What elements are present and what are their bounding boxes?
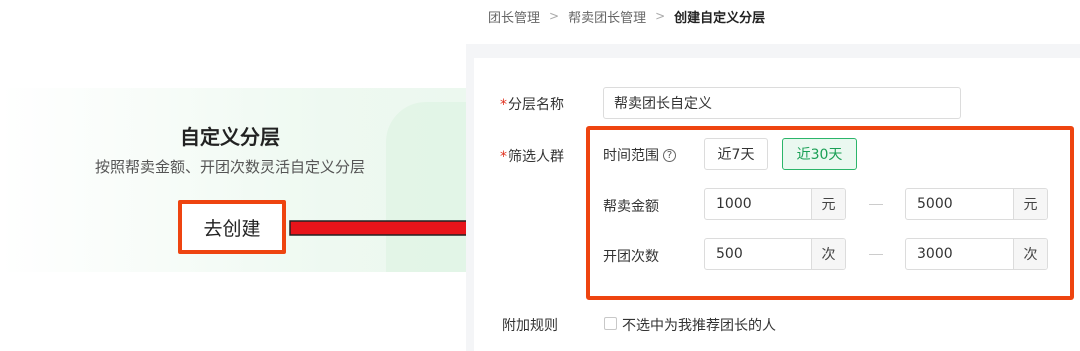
sales-amount-max-unit: 元 [1013,189,1047,219]
breadcrumb-separator: > [655,9,666,23]
sales-amount-min-input[interactable]: 1000 元 [704,188,846,220]
exclude-recommended-checkbox[interactable] [604,317,617,330]
screenshot-stage: 团长管理 > 帮卖团长管理 > 创建自定义分层 自定义分层 按照帮卖金额、开团次… [0,0,1080,351]
breadcrumb-item-helper-leader[interactable]: 帮卖团长管理 [568,7,646,26]
group-count-min-value[interactable]: 500 [705,239,811,269]
group-count-max-input[interactable]: 3000 次 [905,238,1048,270]
option-last-7-days[interactable]: 近7天 [704,138,768,170]
layer-name-label: *分层名称 [500,94,564,114]
go-create-button[interactable]: 去创建 [178,200,286,254]
group-count-label: 开团次数 [603,249,659,265]
question-circle-icon[interactable]: ? [663,148,676,162]
sales-amount-max-value[interactable]: 5000 [906,189,1013,219]
extra-rule-label: 附加规则 [502,318,558,334]
breadcrumb-item-group-leader[interactable]: 团长管理 [488,7,540,26]
required-mark: * [500,97,507,113]
option-last-30-days[interactable]: 近30天 [782,138,857,170]
promo-subtitle: 按照帮卖金额、开团次数灵活自定义分层 [94,158,365,176]
layer-name-label-text: 分层名称 [508,97,564,113]
group-count-min-unit: 次 [811,239,845,269]
breadcrumb: 团长管理 > 帮卖团长管理 > 创建自定义分层 [488,6,765,26]
sales-amount-label: 帮卖金额 [603,199,659,215]
time-range-label: 时间范围 ? [603,145,676,165]
range-dash [869,204,883,205]
filter-group-label-text: 筛选人群 [508,149,564,165]
time-range-label-text: 时间范围 [603,148,659,164]
breadcrumb-current: 创建自定义分层 [674,10,766,26]
layer-name-input[interactable]: 帮卖团长自定义 [603,87,961,119]
sales-amount-min-value[interactable]: 1000 [705,189,811,219]
sales-amount-min-unit: 元 [811,189,845,219]
filter-group-label: *筛选人群 [500,146,564,166]
group-count-min-input[interactable]: 500 次 [704,238,846,270]
exclude-recommended-label[interactable]: 不选中为我推荐团长的人 [622,315,776,335]
group-count-max-value[interactable]: 3000 [906,239,1013,269]
range-dash [869,254,883,255]
sales-amount-max-input[interactable]: 5000 元 [905,188,1048,220]
required-mark: * [500,149,507,165]
breadcrumb-separator: > [549,9,560,23]
group-count-max-unit: 次 [1013,239,1047,269]
promo-title: 自定义分层 [180,125,280,149]
